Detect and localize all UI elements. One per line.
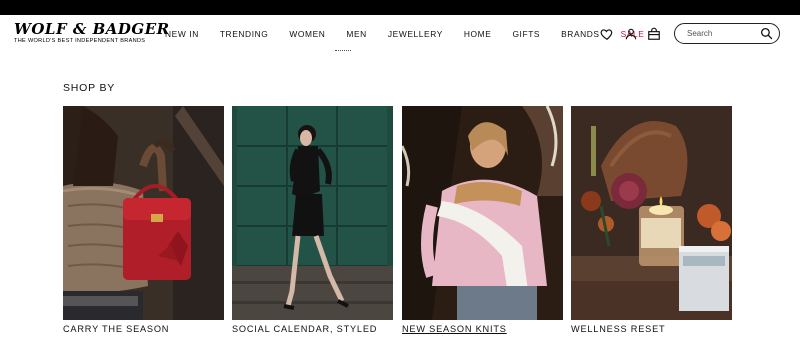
main-nav: NEW IN TRENDING WOMEN MEN JEWELLERY HOME…	[165, 29, 644, 39]
card-label: CARRY THE SEASON	[63, 324, 170, 334]
heart-icon[interactable]	[600, 27, 614, 41]
card-image	[232, 106, 393, 320]
nav-item-jewellery[interactable]: JEWELLERY	[388, 29, 443, 39]
nav-item-new-in[interactable]: NEW IN	[165, 29, 199, 39]
bag-icon[interactable]	[647, 27, 661, 41]
search-input[interactable]	[687, 27, 757, 40]
nav-item-brands[interactable]: BRANDS	[561, 29, 600, 39]
category-card-wellness-reset[interactable]: WELLNESS RESET	[571, 106, 732, 334]
section-title: SHOP BY	[63, 82, 116, 94]
card-image	[402, 106, 563, 320]
announcement-bar	[0, 0, 800, 15]
nav-item-trending[interactable]: TRENDING	[220, 29, 269, 39]
search-field[interactable]	[674, 23, 780, 44]
brand-logo[interactable]: WOLF & BADGER THE WORLD'S BEST INDEPENDE…	[14, 22, 170, 45]
nav-item-men[interactable]: MEN	[346, 29, 366, 39]
nav-item-women[interactable]: WOMEN	[289, 29, 325, 39]
category-card-carry-the-season[interactable]: CARRY THE SEASON	[63, 106, 224, 334]
brand-tagline: THE WORLD'S BEST INDEPENDENT BRANDS	[14, 38, 146, 44]
brand-logo-wordmark: WOLF & BADGER	[14, 20, 170, 38]
nav-active-indicator	[335, 50, 351, 51]
card-image	[571, 106, 732, 320]
category-card-social-calendar-styled[interactable]: SOCIAL CALENDAR, STYLED	[232, 106, 393, 334]
card-label: NEW SEASON KNITS	[402, 324, 507, 334]
card-image	[63, 106, 224, 320]
user-icon[interactable]	[624, 27, 638, 41]
category-card-new-season-knits[interactable]: NEW SEASON KNITS	[402, 106, 563, 334]
nav-item-home[interactable]: HOME	[464, 29, 492, 39]
search-icon[interactable]	[760, 27, 773, 40]
card-label: SOCIAL CALENDAR, STYLED	[232, 324, 378, 334]
card-label: WELLNESS RESET	[571, 324, 666, 334]
nav-item-gifts[interactable]: GIFTS	[512, 29, 540, 39]
